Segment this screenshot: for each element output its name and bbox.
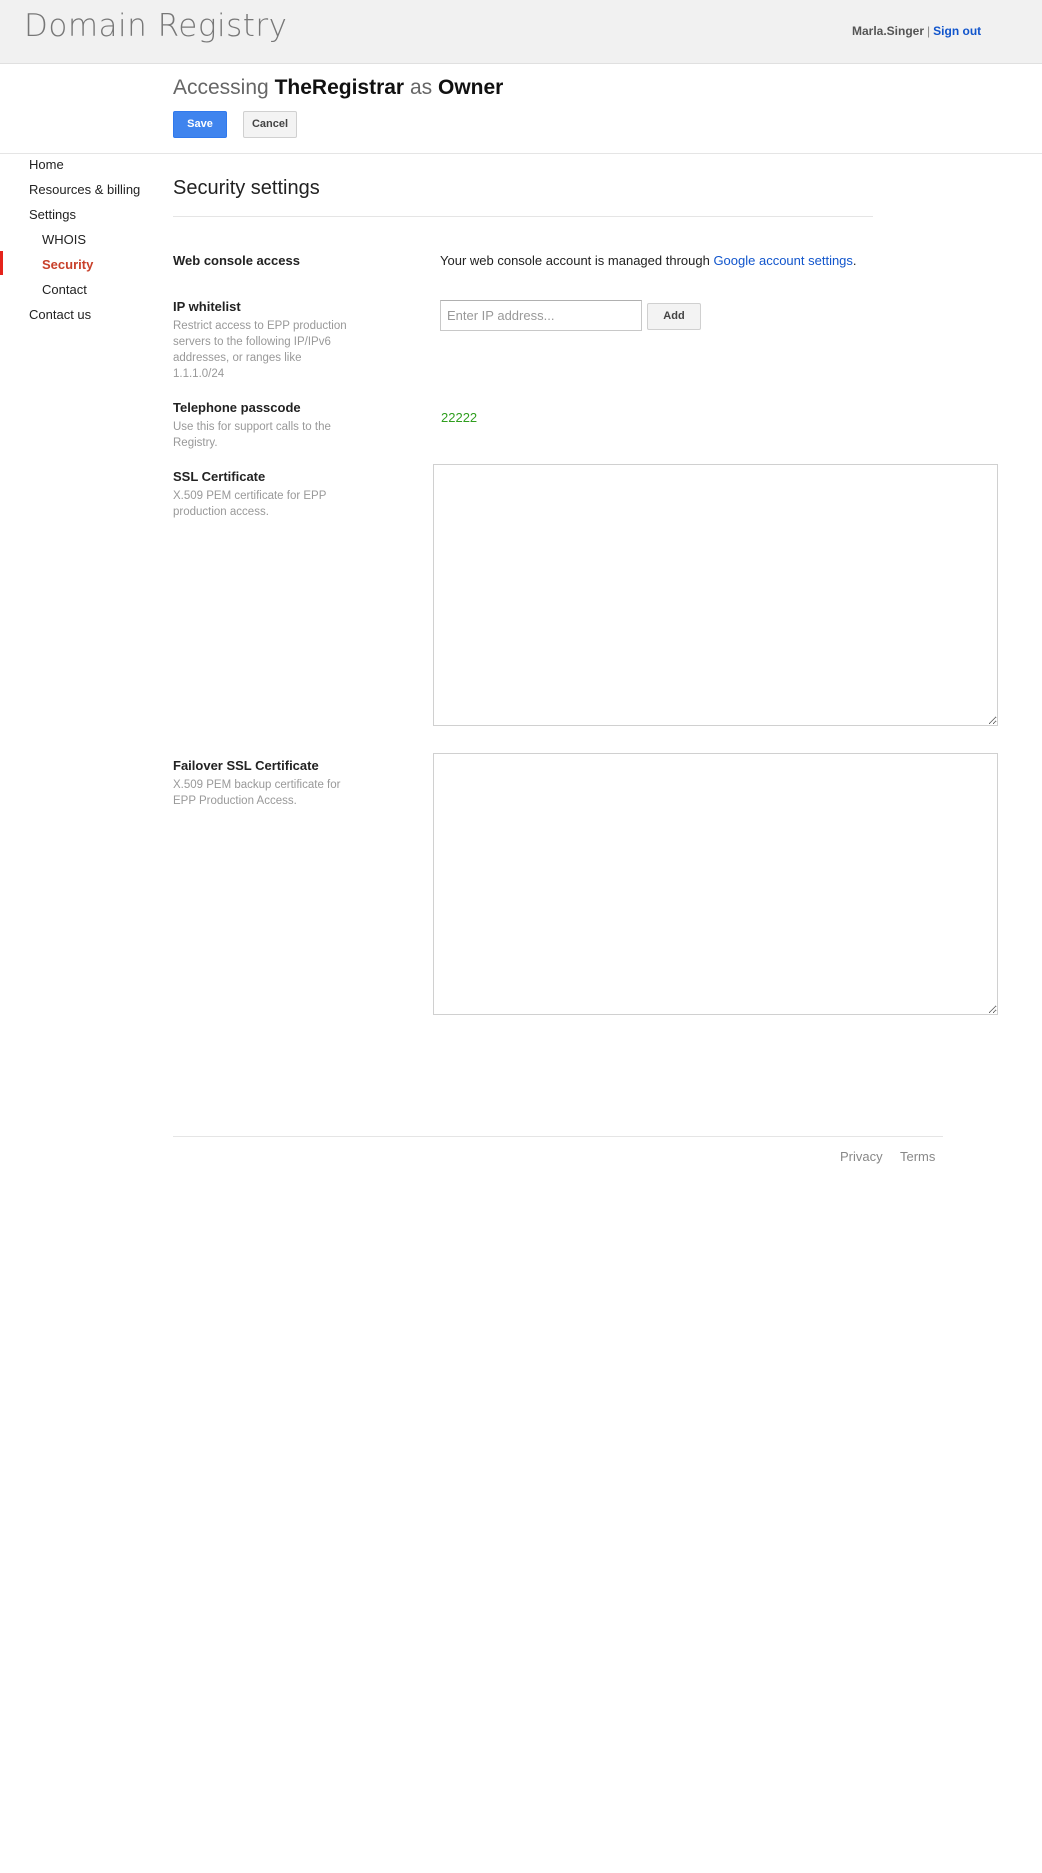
sign-out-link[interactable]: Sign out <box>933 24 981 38</box>
role-name: Owner <box>437 76 504 99</box>
username: Marla.Singer <box>852 24 925 38</box>
add-ip-button[interactable]: Add <box>647 303 701 330</box>
sidebar-item-security[interactable]: Security <box>42 257 93 272</box>
registrar-name: TheRegistrar <box>274 76 405 99</box>
ip-whitelist-description: Restrict access to EPP production server… <box>173 320 347 380</box>
sidebar-item-contact[interactable]: Contact <box>42 282 87 297</box>
sidebar-item-resources-billing[interactable]: Resources & billing <box>29 182 140 197</box>
ip-whitelist-label: IP whitelist <box>173 299 241 314</box>
telephone-passcode-value: 22222 <box>441 410 478 425</box>
sidebar-item-contact-us[interactable]: Contact us <box>29 307 91 322</box>
web-console-suffix: . <box>852 253 857 268</box>
ssl-certificate-label: SSL Certificate <box>173 469 266 484</box>
page-title: Security settings <box>173 177 320 199</box>
access-summary: Accessing TheRegistrar as Owner <box>173 76 503 100</box>
footer-divider <box>173 1136 943 1137</box>
title-divider <box>173 216 873 217</box>
failover-ssl-certificate-textarea[interactable] <box>433 753 998 1015</box>
cancel-button[interactable]: Cancel <box>243 111 297 138</box>
terms-link[interactable]: Terms <box>900 1149 935 1164</box>
failover-ssl-certificate-description: X.509 PEM backup certificate for EPP Pro… <box>173 779 341 807</box>
sidebar-item-whois[interactable]: WHOIS <box>42 232 86 247</box>
sidebar-item-settings[interactable]: Settings <box>29 207 76 222</box>
access-prefix: Accessing <box>173 76 269 99</box>
access-bar: Accessing TheRegistrar as Owner Save Can… <box>0 64 1042 154</box>
save-button[interactable]: Save <box>173 111 227 138</box>
user-bar: Marla.Singer | Sign out <box>852 24 1032 38</box>
telephone-passcode-label: Telephone passcode <box>173 400 301 415</box>
sidebar-item-home[interactable]: Home <box>29 157 64 172</box>
privacy-link[interactable]: Privacy <box>840 1149 883 1164</box>
ssl-certificate-textarea[interactable] <box>433 464 998 726</box>
web-console-label: Web console access <box>173 253 300 268</box>
google-account-settings-link[interactable]: Google account settings <box>713 253 852 268</box>
web-console-value: Your web console account is managed thro… <box>440 253 857 268</box>
ssl-certificate-description: X.509 PEM certificate for EPP production… <box>173 490 327 518</box>
failover-ssl-certificate-label: Failover SSL Certificate <box>173 758 319 773</box>
web-console-text: Your web console account is managed thro… <box>440 253 714 268</box>
access-middle: as <box>409 76 433 99</box>
telephone-passcode-description: Use this for support calls to the Regist… <box>173 421 331 449</box>
active-indicator <box>0 251 3 275</box>
app-logo-title: Domain Registry <box>24 8 288 44</box>
user-separator: | <box>927 24 931 38</box>
top-header: Domain Registry Marla.Singer | Sign out <box>0 0 1042 64</box>
ip-address-input[interactable] <box>440 300 642 331</box>
